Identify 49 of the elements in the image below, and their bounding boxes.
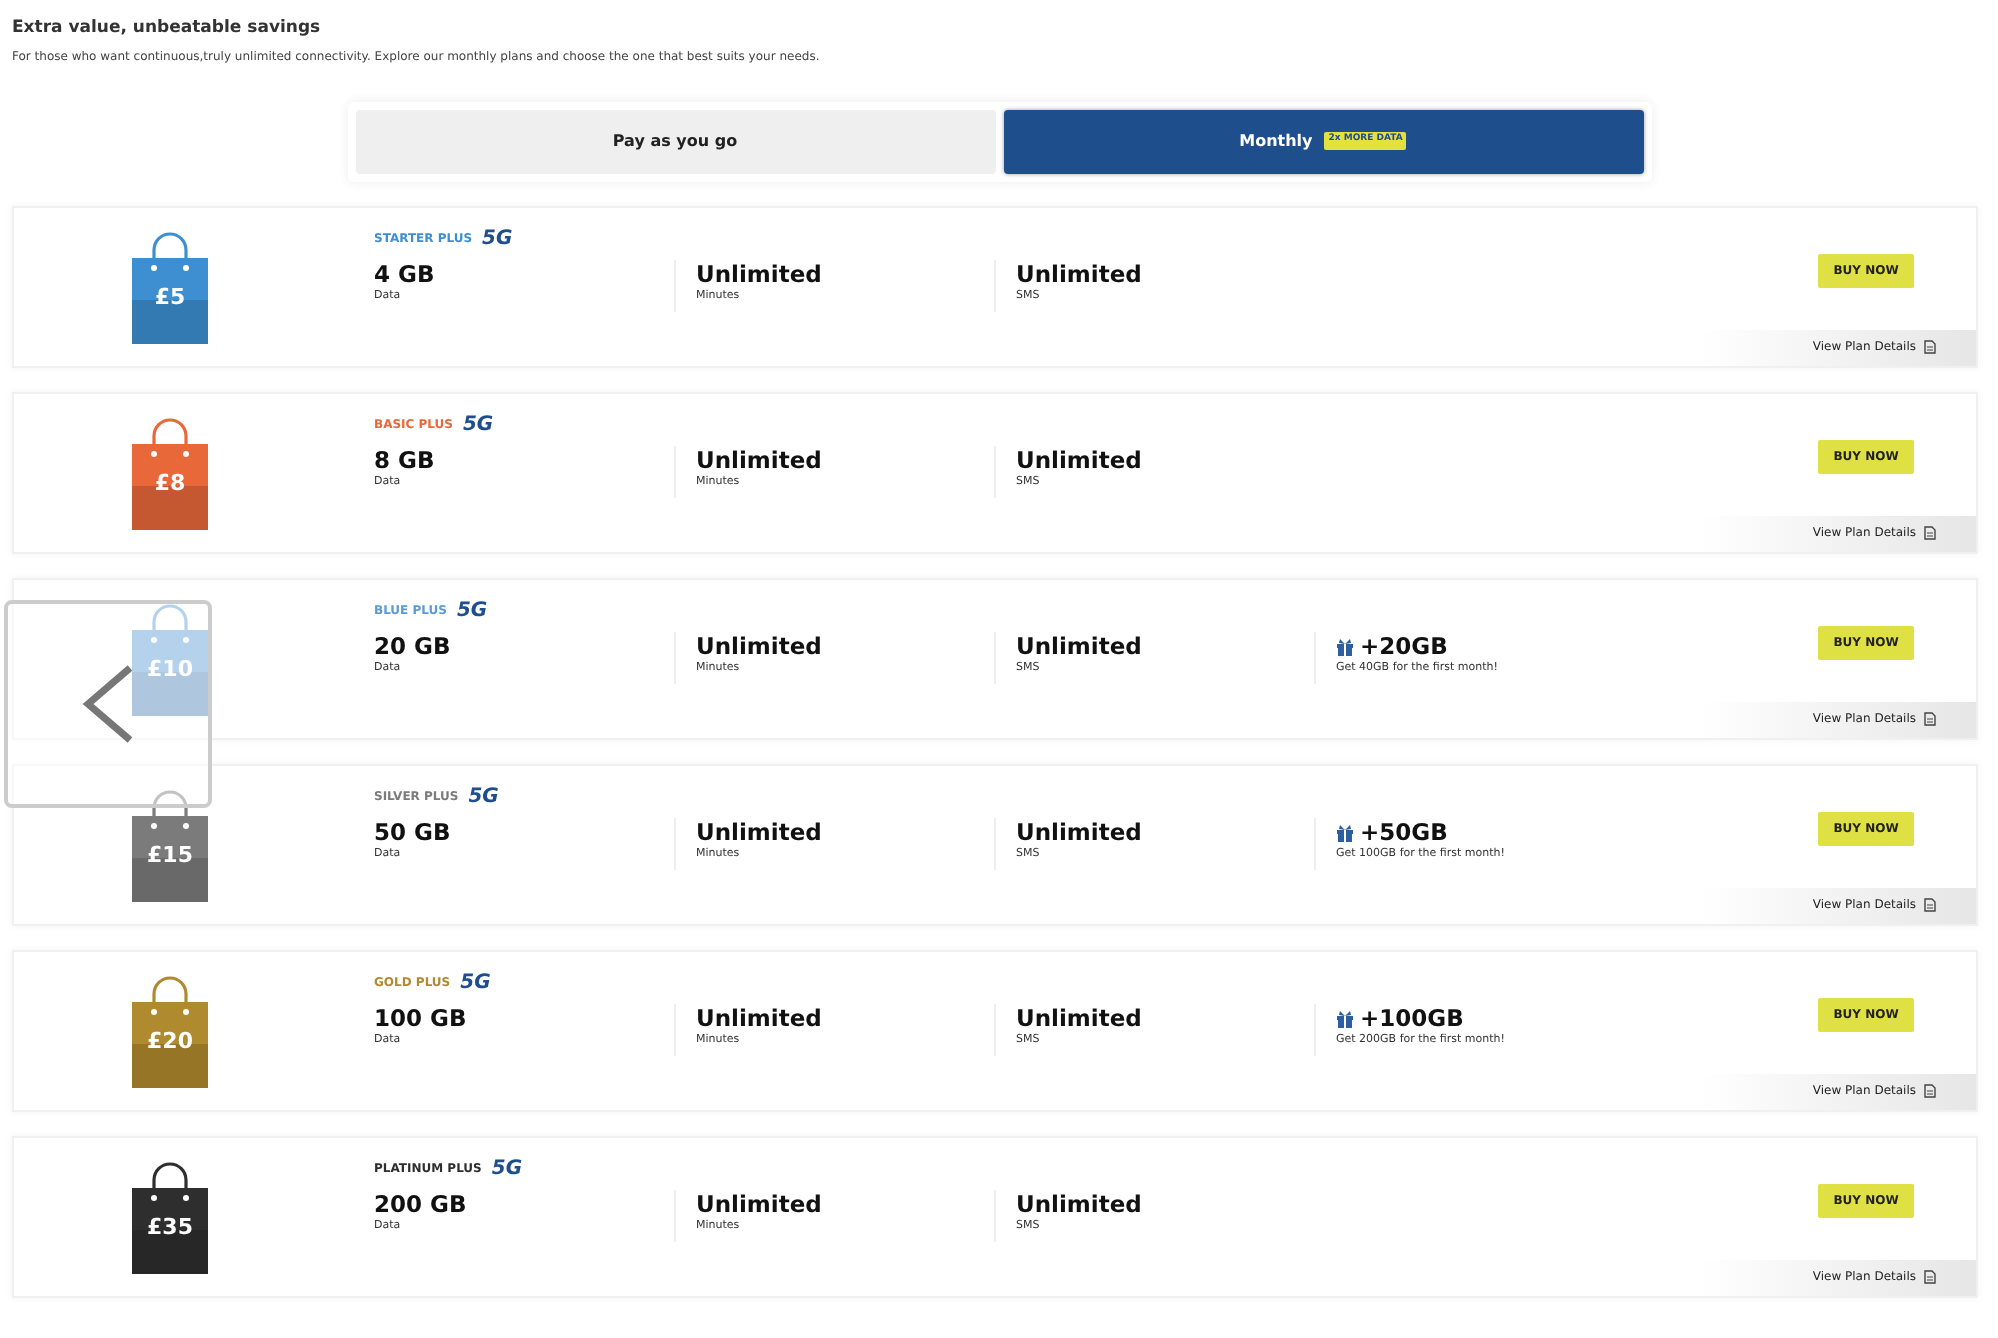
document-icon bbox=[1924, 1084, 1936, 1099]
sms-amount: Unlimited bbox=[1016, 1003, 1144, 1032]
sms-amount: Unlimited bbox=[1016, 445, 1144, 474]
document-icon bbox=[1924, 898, 1936, 913]
network-label: 5G bbox=[468, 784, 499, 813]
bonus-amount: +50GB bbox=[1360, 817, 1448, 846]
data-amount: 4 GB bbox=[374, 259, 437, 288]
sms-amount: Unlimited bbox=[1016, 259, 1144, 288]
network-label: 5G bbox=[482, 226, 513, 255]
shopping-bag-icon bbox=[132, 790, 208, 903]
data-amount: 50 GB bbox=[374, 817, 453, 846]
document-icon bbox=[1924, 340, 1936, 355]
shopping-bag-icon bbox=[132, 232, 208, 345]
price-label: £35 bbox=[145, 1212, 195, 1245]
document-icon bbox=[1924, 712, 1936, 727]
price-label: £5 bbox=[152, 282, 188, 315]
sms-amount: Unlimited bbox=[1016, 1189, 1144, 1218]
data-amount: 20 GB bbox=[374, 631, 453, 660]
plan-tab[interactable]: Pay as you go bbox=[355, 109, 995, 174]
minutes-amount: Unlimited bbox=[696, 259, 824, 288]
minutes-amount: Unlimited bbox=[696, 817, 824, 846]
section-title: Extra value, unbeatable savings bbox=[12, 16, 323, 42]
document-icon bbox=[1924, 1270, 1936, 1285]
back-button[interactable] bbox=[4, 600, 212, 808]
minutes-amount: Unlimited bbox=[696, 1003, 824, 1032]
network-label: 5G bbox=[460, 970, 491, 999]
minutes-amount: Unlimited bbox=[696, 1189, 824, 1218]
data-amount: 8 GB bbox=[374, 445, 437, 474]
data-amount: 200 GB bbox=[374, 1189, 469, 1218]
shopping-bag-icon bbox=[132, 418, 208, 531]
sms-amount: Unlimited bbox=[1016, 817, 1144, 846]
price-label: £10 bbox=[145, 654, 195, 687]
price-label: £8 bbox=[152, 468, 188, 501]
price-label: £20 bbox=[145, 1026, 195, 1059]
network-label: 5G bbox=[491, 1156, 523, 1185]
document-icon bbox=[1924, 526, 1936, 541]
price-label: £15 bbox=[145, 840, 195, 873]
network-label: 5G bbox=[462, 412, 494, 441]
network-label: 5G bbox=[456, 598, 488, 627]
chevron-left-icon bbox=[80, 664, 136, 744]
shopping-bag-icon bbox=[132, 1162, 208, 1275]
data-amount: 100 GB bbox=[374, 1003, 469, 1032]
sms-amount: Unlimited bbox=[1016, 631, 1144, 660]
minutes-amount: Unlimited bbox=[696, 631, 824, 660]
shopping-bag-icon bbox=[132, 604, 208, 717]
bonus-amount: +100GB bbox=[1360, 1003, 1464, 1032]
minutes-amount: Unlimited bbox=[696, 445, 824, 474]
bonus-amount: +20GB bbox=[1360, 631, 1448, 660]
shopping-bag-icon bbox=[132, 976, 208, 1089]
